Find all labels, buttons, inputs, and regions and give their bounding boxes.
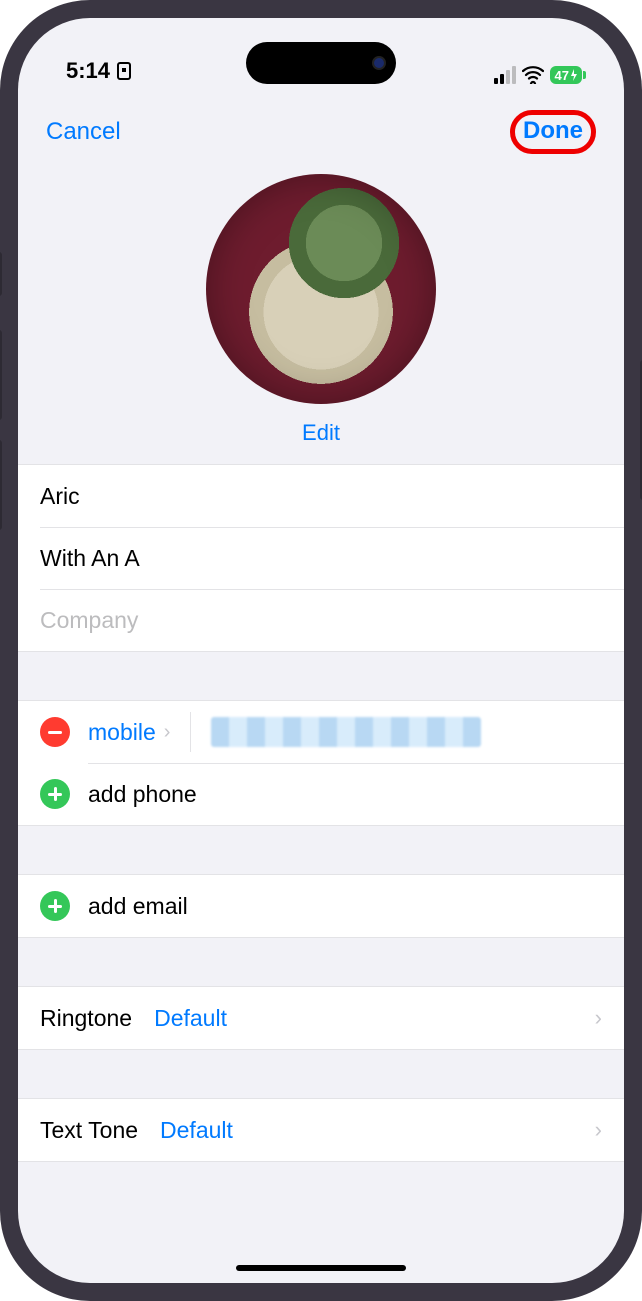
remove-phone-icon[interactable] bbox=[40, 717, 70, 747]
phone-type-button[interactable]: mobile bbox=[88, 719, 156, 746]
side-button-volume-down bbox=[0, 440, 2, 530]
phone-number-redacted[interactable] bbox=[211, 717, 481, 747]
ringtone-group: Ringtone Default › bbox=[18, 986, 624, 1050]
done-button[interactable]: Done bbox=[523, 117, 583, 144]
edit-photo-button[interactable]: Edit bbox=[302, 420, 340, 446]
company-field[interactable]: Company bbox=[18, 589, 624, 651]
add-email-row[interactable]: add email bbox=[18, 875, 624, 937]
dynamic-island bbox=[246, 42, 396, 84]
name-group: Aric With An A Company bbox=[18, 464, 624, 652]
status-time: 5:14 bbox=[66, 58, 110, 84]
ringtone-label: Ringtone bbox=[40, 1005, 132, 1032]
email-group: add email bbox=[18, 874, 624, 938]
contact-avatar[interactable] bbox=[206, 174, 436, 404]
device-frame: 5:14 47 Cancel Done Edit Aric bbox=[0, 0, 642, 1301]
done-highlight: Done bbox=[510, 110, 596, 154]
add-phone-label: add phone bbox=[88, 781, 197, 808]
side-button-silent bbox=[0, 252, 2, 296]
avatar-section: Edit bbox=[18, 166, 624, 464]
phone-group: mobile › add phone bbox=[18, 700, 624, 826]
chevron-right-icon: › bbox=[164, 721, 171, 744]
home-indicator[interactable] bbox=[236, 1265, 406, 1271]
nav-bar: Cancel Done bbox=[18, 86, 624, 166]
signal-icon bbox=[494, 66, 516, 84]
first-name-field[interactable]: Aric bbox=[18, 465, 624, 527]
last-name-value: With An A bbox=[40, 545, 140, 572]
texttone-row[interactable]: Text Tone Default › bbox=[18, 1099, 624, 1161]
ringtone-row[interactable]: Ringtone Default › bbox=[18, 987, 624, 1049]
add-email-label: add email bbox=[88, 893, 188, 920]
add-email-icon[interactable] bbox=[40, 891, 70, 921]
add-phone-row[interactable]: add phone bbox=[18, 763, 624, 825]
side-button-volume-up bbox=[0, 330, 2, 420]
texttone-value: Default bbox=[160, 1117, 233, 1144]
divider bbox=[190, 712, 191, 752]
screen: 5:14 47 Cancel Done Edit Aric bbox=[18, 18, 624, 1283]
phone-entry-row[interactable]: mobile › bbox=[18, 701, 624, 763]
chevron-right-icon: › bbox=[595, 1117, 602, 1143]
cancel-button[interactable]: Cancel bbox=[46, 118, 121, 146]
orientation-lock-icon bbox=[116, 62, 132, 80]
texttone-label: Text Tone bbox=[40, 1117, 138, 1144]
texttone-group: Text Tone Default › bbox=[18, 1098, 624, 1162]
last-name-field[interactable]: With An A bbox=[18, 527, 624, 589]
camera-icon bbox=[372, 56, 386, 70]
ringtone-value: Default bbox=[154, 1005, 227, 1032]
add-phone-icon[interactable] bbox=[40, 779, 70, 809]
wifi-icon bbox=[522, 66, 544, 84]
first-name-value: Aric bbox=[40, 483, 80, 510]
battery-indicator: 47 bbox=[550, 66, 582, 84]
chevron-right-icon: › bbox=[595, 1005, 602, 1031]
company-placeholder: Company bbox=[40, 607, 138, 634]
